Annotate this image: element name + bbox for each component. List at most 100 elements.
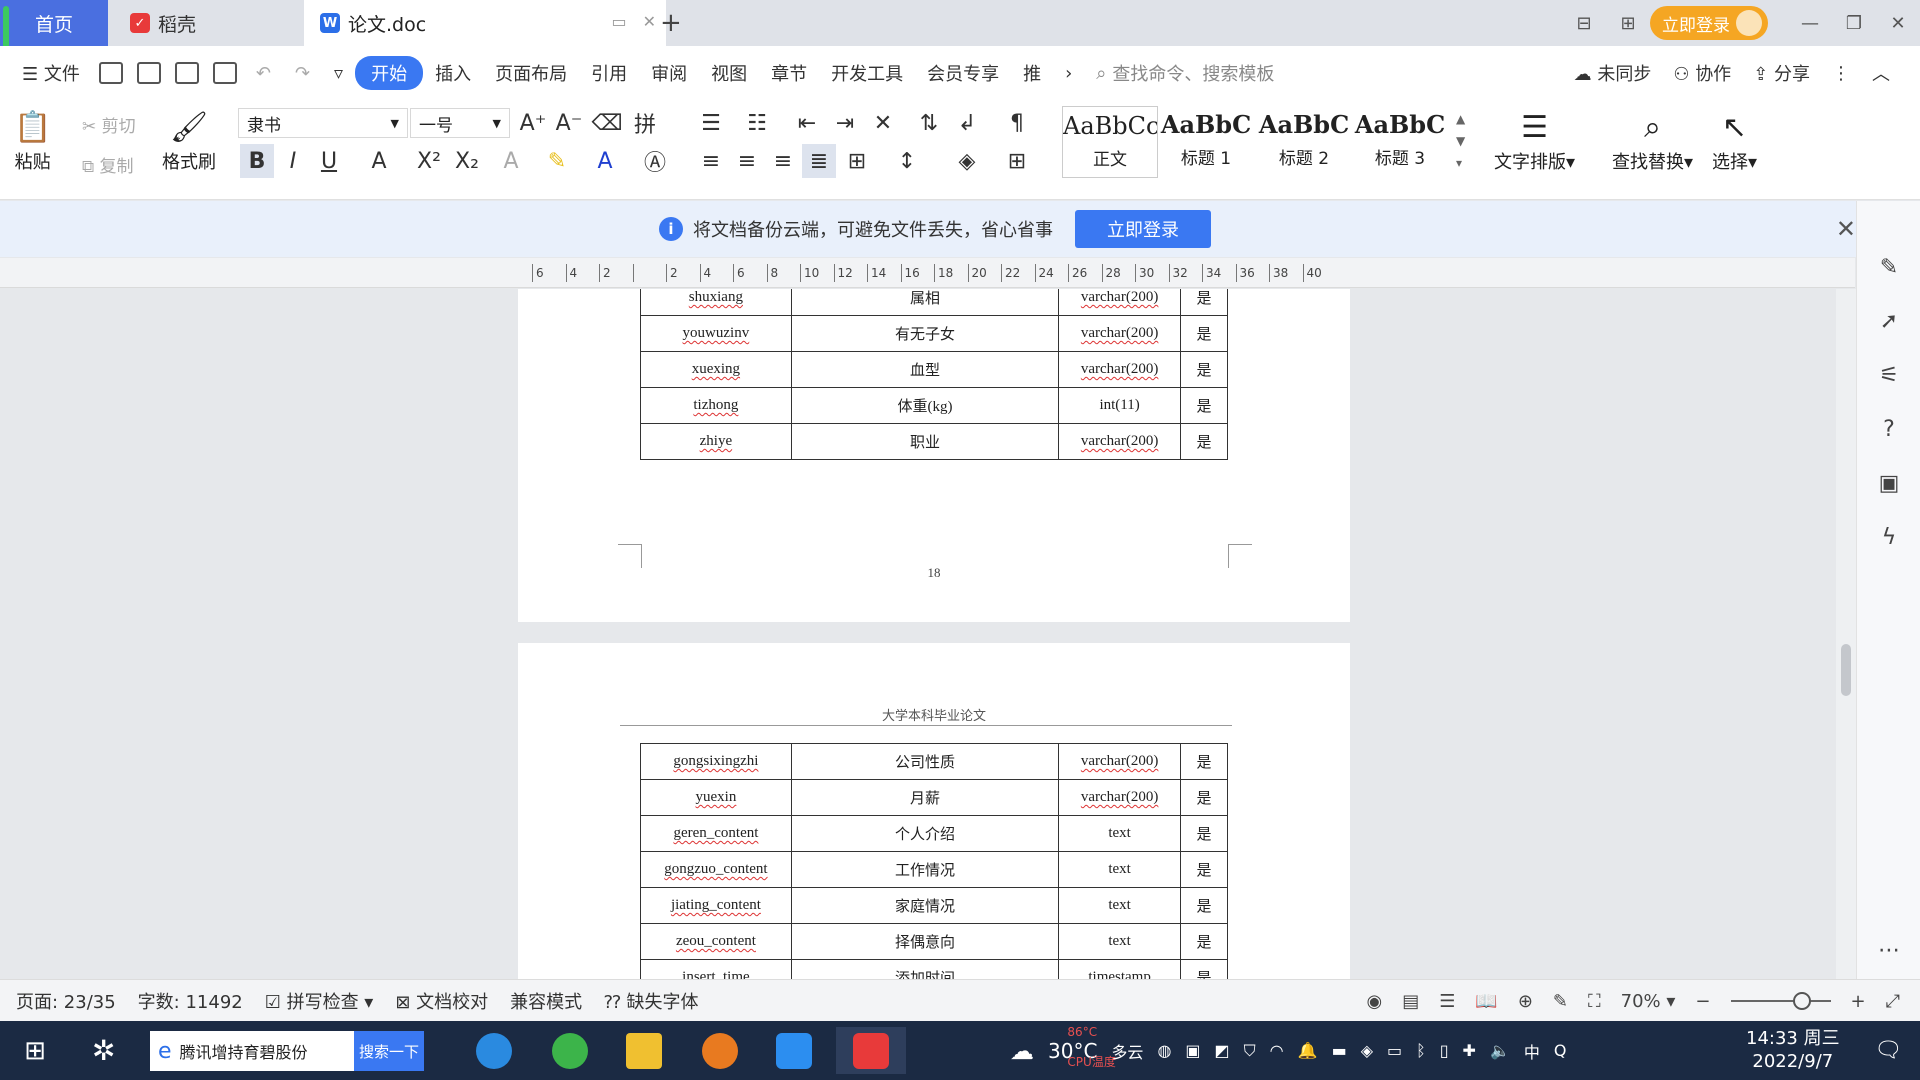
new-tab-button[interactable]: +	[660, 8, 682, 38]
save-icon[interactable]	[98, 62, 123, 84]
find-replace-button[interactable]: ⌕ 查找替换▾	[1612, 108, 1693, 174]
banner-login-button[interactable]: 立即登录	[1075, 210, 1211, 248]
sort-icon[interactable]: ⇅	[912, 106, 946, 140]
paste-button[interactable]: 📋 粘贴	[14, 108, 51, 174]
show-marks-icon[interactable]: ¶	[1000, 106, 1034, 140]
text-layout-button[interactable]: ☰ 文字排版▾	[1494, 108, 1575, 174]
qq-icon[interactable]: Q	[1554, 1041, 1567, 1060]
windows-start-icon[interactable]: ⊞	[0, 1036, 70, 1066]
zoom-out-icon[interactable]: −	[1695, 991, 1710, 1012]
file-menu[interactable]: ☰ 文件	[0, 60, 92, 86]
ime-indicator[interactable]: 中	[1524, 1039, 1540, 1063]
notification-center-icon[interactable]: 🗨	[1874, 1038, 1902, 1063]
tab-home[interactable]: 首页	[0, 0, 108, 92]
style-heading-1[interactable]: AaBbC 标题 1	[1158, 106, 1254, 178]
collapse-ribbon-icon[interactable]: ︿	[1872, 60, 1890, 86]
menu-tab-more[interactable]: 推	[1011, 60, 1053, 86]
lightning-icon[interactable]: ϟ	[1875, 523, 1903, 551]
taskbar-explorer[interactable]	[614, 1027, 674, 1074]
spell-check-button[interactable]: ☑ 拼写检查 ▾	[265, 988, 374, 1014]
align-right-icon[interactable]: ≡	[766, 144, 800, 178]
zoom-slider[interactable]	[1730, 992, 1831, 1010]
print-icon[interactable]	[174, 62, 199, 84]
close-window-button[interactable]: ✕	[1876, 13, 1920, 34]
menu-tab-member[interactable]: 会员专享	[915, 60, 1011, 86]
font-name-select[interactable]: 隶书 ▼	[238, 108, 408, 138]
underline-icon[interactable]: U	[312, 144, 346, 178]
page-indicator[interactable]: 页面: 23/35	[16, 988, 116, 1014]
increase-font-icon[interactable]: A⁺	[516, 106, 550, 140]
menu-tab-review[interactable]: 审阅	[639, 60, 699, 86]
collaborate-button[interactable]: ⚇ 协作	[1673, 60, 1731, 86]
decrease-indent-icon[interactable]: ⇤	[790, 106, 824, 140]
justify-icon[interactable]: ≣	[802, 144, 836, 178]
bullet-list-icon[interactable]: ☰	[694, 106, 728, 140]
missing-font-button[interactable]: ⁇ 缺失字体	[604, 988, 698, 1014]
menu-scroll-right-icon[interactable]: ›	[1053, 63, 1084, 84]
numbered-list-icon[interactable]: ☷	[740, 106, 774, 140]
pointer-icon[interactable]: ➚	[1875, 307, 1903, 335]
notification-bell-icon[interactable]: 🔔	[1298, 1041, 1318, 1060]
web-view-icon[interactable]: ⊕	[1518, 991, 1533, 1012]
pen-icon[interactable]: ✎	[1875, 253, 1903, 281]
line-spacing-icon[interactable]: ↕	[890, 144, 924, 178]
cloud-sync-button[interactable]: ☁ 未同步	[1574, 60, 1652, 86]
print-preview-icon[interactable]	[212, 62, 237, 84]
taskbar-game[interactable]	[690, 1027, 750, 1074]
tab-daoke[interactable]: ✓ 稻壳	[112, 0, 302, 46]
close-tab-icon[interactable]: ✕	[643, 12, 656, 31]
subscript-icon[interactable]: X₂	[450, 144, 484, 178]
italic-icon[interactable]: I	[276, 144, 310, 178]
shading-icon[interactable]: ◈	[950, 144, 984, 178]
tray-app-icon[interactable]: ◈	[1361, 1041, 1373, 1060]
scrollbar-thumb[interactable]	[1841, 644, 1851, 696]
superscript-icon[interactable]: X²	[412, 144, 446, 178]
taskbar-search-button[interactable]: 搜索一下	[354, 1031, 424, 1071]
bluetooth-icon[interactable]: ᛒ	[1416, 1041, 1426, 1060]
align-center-icon[interactable]: ≡	[730, 144, 764, 178]
vertical-scrollbar[interactable]	[1836, 289, 1856, 979]
document-area[interactable]: shuxiang 属相 varchar(200) 是 youwuzinv 有无子女 varc…	[0, 289, 1836, 979]
pinyin-icon[interactable]: 拼	[628, 106, 662, 140]
font-color-icon[interactable]: A	[588, 144, 622, 178]
strikethrough-icon[interactable]: A	[362, 144, 396, 178]
menu-tab-dev-tools[interactable]: 开发工具	[819, 60, 915, 86]
clear-format-icon[interactable]: ⌫	[590, 106, 624, 140]
select-button[interactable]: ↖ 选择▾	[1712, 108, 1757, 174]
menu-tab-insert[interactable]: 插入	[423, 60, 483, 86]
text-effect-icon[interactable]: A	[494, 144, 528, 178]
share-button[interactable]: ⇪ 分享	[1753, 60, 1810, 86]
battery-icon[interactable]: ▭	[1387, 1041, 1402, 1060]
copy-button[interactable]: ⧉ 复制	[82, 152, 134, 177]
eye-protect-icon[interactable]: ◉	[1367, 991, 1383, 1012]
outline-view-icon[interactable]: ☰	[1439, 991, 1455, 1012]
minimize-button[interactable]: —	[1788, 13, 1832, 34]
close-banner-icon[interactable]: ✕	[1836, 215, 1856, 243]
taskbar-ie[interactable]	[464, 1027, 524, 1074]
text-direction-icon[interactable]: ↲	[950, 106, 984, 140]
increase-indent-icon[interactable]: ⇥	[828, 106, 862, 140]
undo-icon[interactable]: ↶	[244, 63, 283, 84]
style-heading-2[interactable]: AaBbC 标题 2	[1256, 106, 1352, 178]
customize-dropdown-icon[interactable]: ▿	[322, 63, 355, 84]
screen-icon[interactable]: ▭	[611, 12, 626, 31]
volume-icon[interactable]: 🔈	[1490, 1041, 1510, 1060]
zoom-in-icon[interactable]: +	[1851, 991, 1866, 1012]
zoom-select[interactable]: 70% ▾	[1621, 991, 1676, 1012]
bold-icon[interactable]: B	[240, 144, 274, 178]
shield-icon[interactable]: ⛉	[1244, 1041, 1256, 1061]
taskbar-app[interactable]	[764, 1027, 824, 1074]
layout-icon[interactable]: ⊟	[1562, 13, 1606, 34]
gpu-icon[interactable]: ▬	[1332, 1041, 1347, 1060]
highlight-icon[interactable]: ✎	[540, 144, 574, 178]
taskbar-search[interactable]: e 腾讯增持育碧股份 搜索一下	[150, 1031, 424, 1071]
more-options-icon[interactable]: ⋮	[1832, 63, 1850, 84]
menu-tab-start[interactable]: 开始	[355, 56, 424, 90]
chinese-layout-icon[interactable]: ✕	[866, 106, 900, 140]
tray-app-icon[interactable]: ✚	[1463, 1041, 1476, 1060]
taskbar-clock[interactable]: 14:33 周三 2022/9/7	[1746, 1027, 1840, 1073]
redo-icon[interactable]: ↷	[283, 63, 322, 84]
page-view-icon[interactable]: ▤	[1402, 991, 1419, 1012]
read-view-icon[interactable]: 📖	[1475, 991, 1497, 1012]
styles-scroll[interactable]: ▲ ▼ ▾	[1456, 108, 1465, 174]
